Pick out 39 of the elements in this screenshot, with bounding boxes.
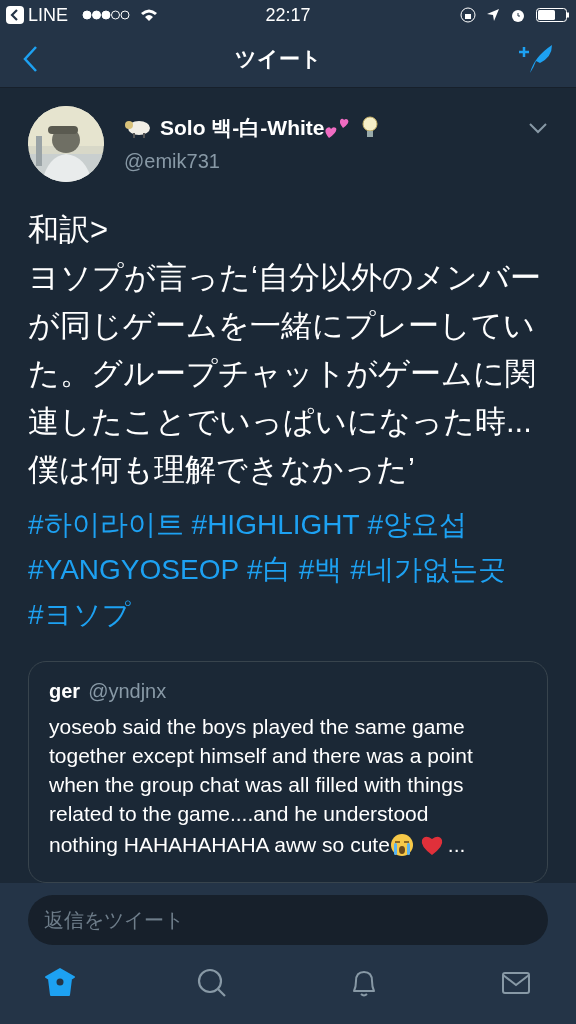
heart-icon (419, 834, 444, 856)
quoted-text-line: together except himself and there was a point (49, 743, 473, 769)
hashtag-link[interactable]: #하이라이트 (28, 502, 184, 547)
location-icon (486, 8, 500, 22)
alarm-icon (510, 7, 526, 23)
signal-icon (82, 10, 131, 20)
lightbulb-icon (362, 116, 379, 140)
hashtag-link[interactable]: #白 (247, 547, 291, 592)
hashtag-link[interactable]: #백 (298, 547, 343, 592)
quoted-username: @yndjnx (88, 679, 167, 704)
compose-icon[interactable] (518, 42, 554, 75)
quoted-text-line: related to the game....and he understood (49, 801, 429, 827)
home-icon[interactable] (44, 967, 76, 999)
quoted-name: ger (49, 679, 81, 704)
rotation-lock-icon (460, 7, 476, 23)
reply-field[interactable]: 返信をツイート (28, 895, 548, 945)
search-icon[interactable] (196, 967, 228, 999)
back-app-label[interactable]: LINE (28, 1, 69, 29)
tweet-text: 和訳> ヨソプが言った‘自分以外のメンバーが同じゲームを一緒にプレーしていた。グループチャットがゲームに関連したことでいっぱいになった時...僕は何も理解できなかった’ (28, 211, 542, 489)
quoted-text-line: yoseob said the boys played the same game (49, 714, 465, 740)
hashtag-link[interactable]: #YANGYOSEOP (28, 547, 240, 592)
hearts-icon (324, 116, 351, 140)
back-icon[interactable] (22, 44, 38, 73)
back-app-icon[interactable] (6, 6, 24, 24)
username: @emik731 (124, 148, 221, 174)
clock: 22:17 (264, 3, 312, 27)
crying-face-icon (389, 833, 414, 857)
ellipsis: ... (447, 832, 466, 858)
hashtag-link[interactable]: #HIGHLIGHT (191, 502, 360, 547)
quoted-text-line: when the group chat was all filled with things (49, 772, 464, 798)
wifi-icon (140, 8, 159, 22)
hashtag-link[interactable]: #ヨソプ (28, 592, 131, 637)
display-name: Solo 백-白-White (160, 115, 325, 142)
chevron-down-icon[interactable] (528, 122, 548, 134)
quoted-text-line: nothing HAHAHAHAHA aww so cute (49, 832, 390, 858)
battery-icon (536, 8, 570, 22)
page-title: ツイート (233, 45, 323, 72)
hashtag-link[interactable]: #네가없는곳 (350, 547, 506, 592)
hashtag-link[interactable]: #양요섭 (367, 502, 468, 547)
